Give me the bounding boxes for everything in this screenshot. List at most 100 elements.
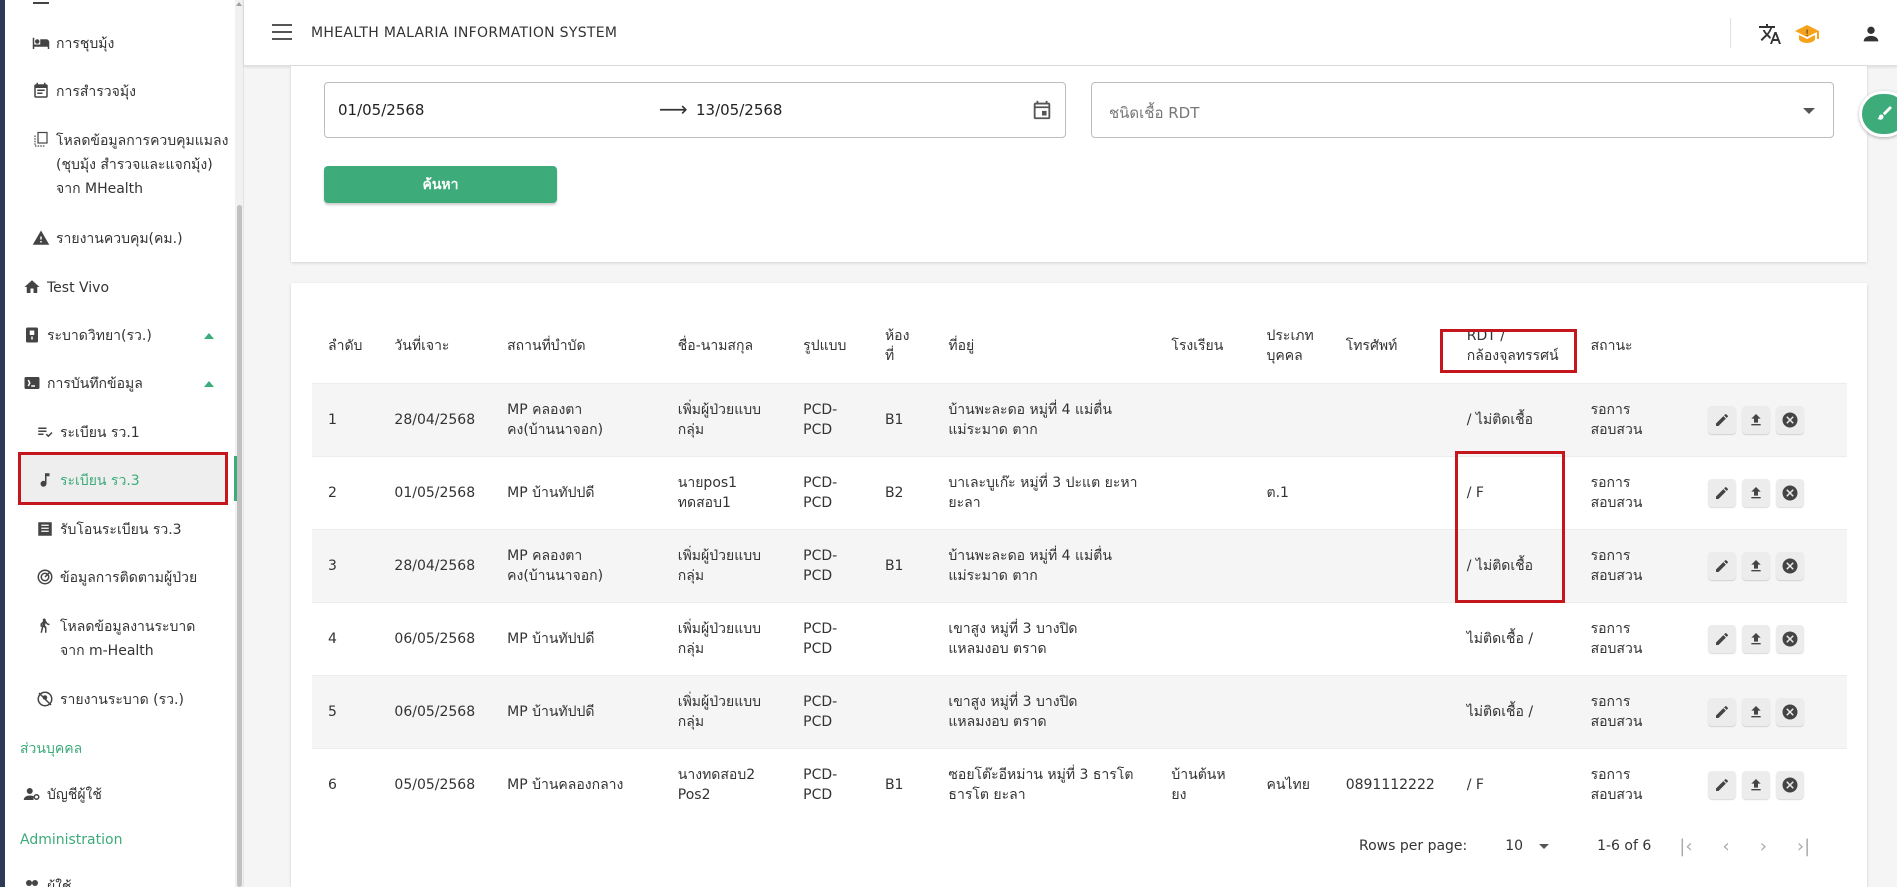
sidebar-item-data-entry[interactable]: การบันทึกข้อมูล [21,372,231,396]
sidebar-item-label: การสำรวจมุ้ง [56,84,136,100]
sidebar-item-users[interactable]: ผู้ใช้ [21,875,72,887]
section-administration: Administration [20,832,123,848]
col-school[interactable]: โรงเรียน [1155,309,1250,383]
school-cap-icon[interactable]: ! [1793,20,1821,48]
upload-icon[interactable] [1742,624,1770,653]
results-card: ลำดับ วันที่เจาะ สถานที่บำบัด ชื่อ-นามสก… [291,283,1867,887]
music-note-icon [34,469,56,491]
cancel-icon[interactable] [1776,624,1804,653]
table-row[interactable]: 3 28/04/2568 MP คลองตาคง(บ้านนาจอก) เพิ่มผู… [312,528,1847,602]
sidebar-item-label: Test Vivo [47,280,110,296]
upload-icon[interactable] [1742,770,1770,799]
cancel-icon[interactable] [1776,405,1804,434]
cell-status: รอการสอบสวน [1574,455,1692,529]
cell-phone [1329,455,1451,529]
col-place[interactable]: สถานที่บำบัด [491,309,662,383]
translate-icon[interactable] [1756,20,1784,48]
col-address[interactable]: ที่อยู่ [932,309,1155,383]
sidebar-item-load-vector-control[interactable]: โหลดข้อมูลการควบคุมแมลง (ชุบมุ้ง สำรวจแล… [30,129,230,201]
col-no[interactable]: ลำดับ [312,309,378,383]
sidebar-item-receive-rw3[interactable]: รับโอนระเบียน รว.3 [34,518,182,542]
sidebar-item-epidemiology[interactable]: ระบาดวิทยา(รว.) [21,324,231,348]
cancel-icon[interactable] [1776,770,1804,799]
cell-no: 1 [312,382,379,456]
table-row[interactable]: 4 06/05/2568 MP บ้านทัปปดี เพิ่มผู้ป่วยแบบก… [312,601,1847,675]
prev-page-icon[interactable]: ‹ [1723,836,1730,857]
sidebar-item-epi-report[interactable]: รายงานระบาด (รว.) [34,688,184,712]
edit-icon[interactable] [1708,770,1736,799]
home-icon [21,276,43,298]
chevron-up-icon[interactable] [204,333,214,339]
col-status[interactable]: สถานะ [1575,309,1692,383]
rdt-type-select[interactable]: ชนิดเชื้อ RDT [1091,82,1834,138]
first-page-icon[interactable]: |‹ [1679,836,1692,857]
cell-form: PCD-PCD [787,382,869,456]
sidebar-item-user-account[interactable]: บัญชีผู้ใช้ [21,783,102,807]
cancel-icon[interactable] [1776,551,1804,580]
sidebar-item-net-survey[interactable]: การสำรวจมุ้ง [30,80,136,104]
col-room[interactable]: ห้อง ที่ [869,309,932,383]
col-phone[interactable]: โทรศัพท์ [1330,309,1451,383]
sidebar-item-rw3[interactable]: ระเบียน รว.3 [34,469,140,493]
sidebar-scrollbar[interactable] [235,0,243,887]
sidebar-item-rw1[interactable]: ระเบียน รว.1 [34,421,140,445]
upload-icon[interactable] [1742,405,1770,434]
date-range-field[interactable]: 01/05/2568 ⟶ 13/05/2568 [324,82,1066,138]
people-icon [21,875,43,887]
sidebar-item-label: โหลดข้อมูลงานระบาดจาก m-Health [60,619,196,659]
warning-icon [30,227,52,249]
chevron-up-icon[interactable] [204,381,214,387]
cell-phone [1329,674,1451,748]
col-form[interactable]: รูปแบบ [787,309,869,383]
search-button[interactable]: ค้นหา [324,166,557,203]
sidebar-item-control-report[interactable]: รายงานควบคุม(คม.) [30,227,183,251]
col-name[interactable]: ชื่อ-นามสกุล [662,309,787,383]
edit-fab[interactable] [1859,91,1897,137]
rows-per-page-select[interactable]: 10 [1505,838,1550,854]
edit-icon[interactable] [1708,697,1736,726]
date-from[interactable]: 01/05/2568 [338,101,424,119]
sidebar-item-net-dipping[interactable]: การชุบมุ้ง [30,32,114,56]
table-row[interactable]: 5 06/05/2568 MP บ้านทัปปดี เพิ่มผู้ป่วยแบบก… [312,674,1847,748]
cell-name: เพิ่มผู้ป่วยแบบกลุ่ม [661,382,788,456]
cell-date: 06/05/2568 [378,601,492,675]
page-range: 1-6 of 6 [1597,838,1652,854]
calendar-icon[interactable] [1031,99,1053,125]
sidebar-item-patient-followup[interactable]: ข้อมูลการติดตามผู้ป่วย [34,566,197,590]
scrollbar-thumb[interactable] [237,205,242,887]
date-to[interactable]: 13/05/2568 [696,101,782,119]
cell-status: รอการสอบสวน [1574,674,1692,748]
cell-status: รอการสอบสวน [1574,747,1692,821]
dropdown-arrow-icon[interactable] [1803,108,1815,114]
cancel-icon[interactable] [1776,478,1804,507]
dropdown-arrow-icon [1539,843,1550,849]
sidebar-item-test-vivo[interactable]: Test Vivo [21,276,109,300]
scroll-up-arrow[interactable] [236,2,242,6]
account-icon[interactable] [1857,20,1885,48]
col-date[interactable]: วันที่เจาะ [378,309,491,383]
cell-no: 2 [312,455,379,529]
edit-icon[interactable] [1708,478,1736,507]
col-person-type[interactable]: ประเภท บุคคล [1251,309,1330,383]
cell-form: PCD-PCD [787,528,869,602]
edit-icon[interactable] [1708,405,1736,434]
edit-icon[interactable] [1708,551,1736,580]
table-header-row: ลำดับ วันที่เจาะ สถานที่บำบัด ชื่อ-นามสก… [312,309,1847,383]
upload-icon[interactable] [1742,697,1770,726]
last-page-icon[interactable]: ›| [1797,836,1810,857]
table-row[interactable]: 1 28/04/2568 MP คลองตาคง(บ้านนาจอก) เพิ่มผู… [312,382,1847,456]
cut-off-icon [33,0,49,4]
cell-status: รอการสอบสวน [1574,601,1692,675]
upload-icon[interactable] [1742,551,1770,580]
edit-icon[interactable] [1708,624,1736,653]
cell-ptype [1250,382,1330,456]
next-page-icon[interactable]: › [1760,836,1767,857]
hamburger-menu-icon[interactable] [272,24,292,40]
cancel-icon[interactable] [1776,697,1804,726]
highlight-box-row1-rdt [1440,329,1577,373]
upload-icon[interactable] [1742,478,1770,507]
table-row[interactable]: 2 01/05/2568 MP บ้านทัปปดี นายpos1 ทดสอบ1 PC… [312,455,1847,529]
sidebar-item-load-mhealth[interactable]: โหลดข้อมูลงานระบาดจาก m-Health [34,615,214,663]
cell-no: 5 [312,674,379,748]
table-row[interactable]: 6 05/05/2568 MP บ้านคลองกลาง นางทดสอบ2 Pos2… [312,747,1847,821]
